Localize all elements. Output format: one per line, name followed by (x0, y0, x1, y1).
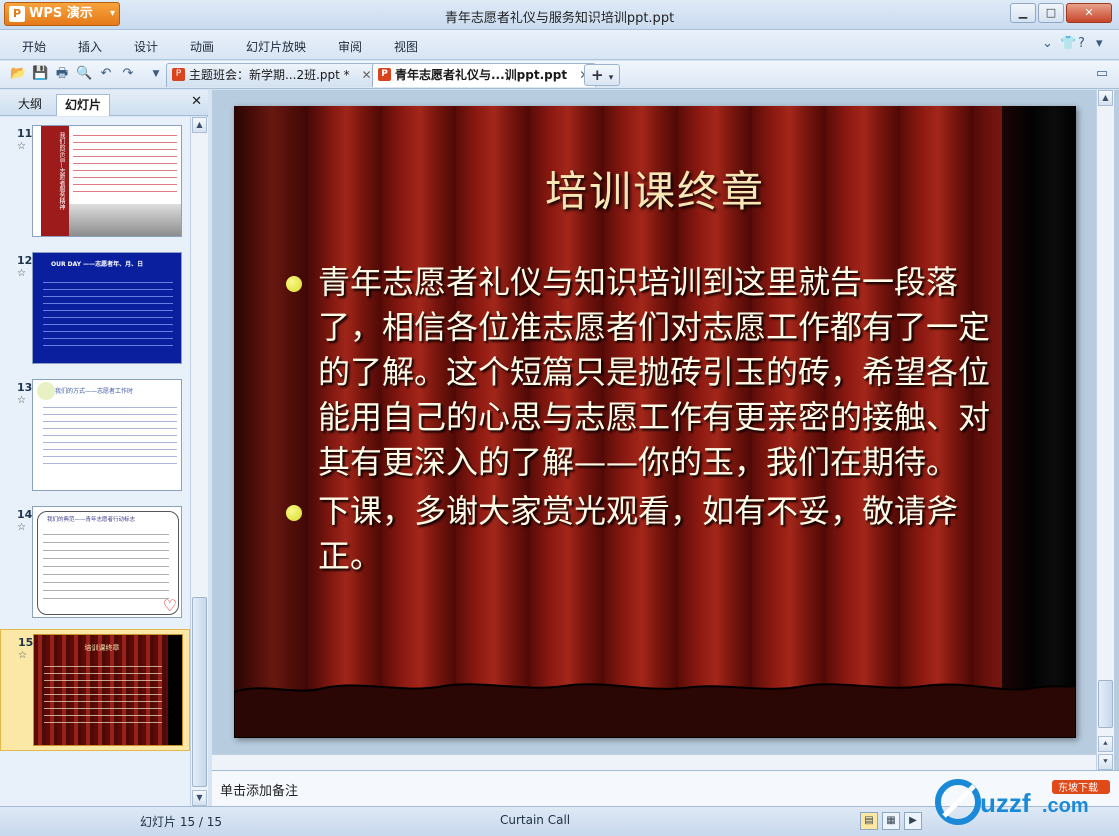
thumbnail-title: 培训课终章 (84, 644, 120, 652)
menu-design[interactable]: 设计 (134, 38, 158, 55)
close-panel-icon[interactable]: ✕ (191, 94, 202, 109)
slide-title[interactable]: 培训课终章 (234, 158, 1076, 219)
slide-number: 13 (17, 381, 33, 394)
open-icon[interactable]: 📂 (10, 66, 26, 82)
bullet-dot-icon (286, 276, 302, 292)
transition-icon: ☆ (17, 395, 26, 406)
scroll-down-icon[interactable]: ▼ (192, 790, 207, 806)
transition-icon: ☆ (17, 522, 26, 533)
menu-review[interactable]: 审阅 (338, 38, 362, 55)
title-bar: P WPS 演示 ▾ 青年志愿者礼仪与服务知识培训ppt.ppt ▁ □ ✕ (0, 0, 1119, 30)
editor-horizontal-scrollbar[interactable] (212, 754, 1096, 770)
thumbnail-title: 我们的方式——志愿者工作时 (55, 388, 134, 395)
undo-icon[interactable]: ↶ (98, 66, 114, 82)
thumbnail-row[interactable]: 12 ☆ OUR DAY ——志愿者年、月、日 (0, 248, 190, 370)
ppt-file-icon: P (172, 68, 185, 81)
skin-icon[interactable]: 👕 (1060, 36, 1076, 51)
current-slide[interactable]: 培训课终章 青年志愿者礼仪与知识培训到这里就告一段落了，相信各位准志愿者们对志愿… (234, 106, 1076, 738)
menu-view[interactable]: 视图 (394, 38, 418, 55)
bullet-item: 下课，多谢大家赏光观看，如有不妥，敬请斧正。 (286, 489, 996, 579)
slides-panel: 大纲 幻灯片 ✕ 11 ☆ 我们的宗旨—志愿者服务精神 12 ☆ OUR DAY… (0, 90, 208, 806)
tab-outline[interactable]: 大纲 (10, 94, 50, 116)
transition-icon: ☆ (17, 141, 26, 152)
editor-vertical-scrollbar[interactable]: ▲ ⯅ ⯆ (1096, 90, 1114, 770)
close-button[interactable]: ✕ (1066, 3, 1112, 23)
svg-text:.com: .com (1042, 795, 1089, 817)
slide-thumbnail[interactable]: 我们的宗旨—志愿者服务精神 (32, 125, 182, 237)
bullet-item: 青年志愿者礼仪与知识培训到这里就告一段落了，相信各位准志愿者们对志愿工作都有了一… (286, 260, 996, 485)
notes-placeholder: 单击添加备注 (220, 784, 299, 799)
menu-insert[interactable]: 插入 (78, 38, 102, 55)
thumbnail-title: 我们的典范——青年志愿者行动标志 (47, 517, 136, 523)
ppt-file-icon: P (378, 68, 391, 81)
help-icon[interactable]: ? (1078, 36, 1085, 51)
tab-list-icon[interactable]: ▭ (1094, 66, 1110, 82)
menu-animation[interactable]: 动画 (190, 38, 214, 55)
doc-tab-label: 主题班会：新学期...2班.ppt * (189, 68, 350, 82)
window-title: 青年志愿者礼仪与服务知识培训ppt.ppt (444, 11, 675, 26)
maximize-button[interactable]: □ (1038, 3, 1064, 23)
slide-number: 11 (17, 127, 33, 140)
slide-thumbnail[interactable]: 我们的方式——志愿者工作时 (32, 379, 182, 491)
svg-text:东坡下载: 东坡下载 (1058, 781, 1098, 794)
slide-thumbnail[interactable]: 我们的典范——青年志愿者行动标志 ♡ (32, 506, 182, 618)
normal-view-icon[interactable]: ▤ (860, 812, 878, 830)
thumbnail-vertical-title: 我们的宗旨—志愿者服务精神 (58, 132, 65, 210)
customize-toolbar-icon[interactable]: ▼ (148, 66, 164, 82)
help-dropdown-icon[interactable]: ▾ (1096, 36, 1103, 51)
slide-body[interactable]: 青年志愿者礼仪与知识培训到这里就告一段落了，相信各位准志愿者们对志愿工作都有了一… (286, 260, 996, 583)
scroll-up-icon[interactable]: ▲ (1098, 90, 1113, 106)
redo-icon[interactable]: ↷ (120, 66, 136, 82)
transition-icon: ☆ (17, 268, 26, 279)
sorter-view-icon[interactable]: ▦ (882, 812, 900, 830)
transition-icon: ☆ (18, 650, 27, 661)
scrollbar-thumb[interactable] (192, 597, 207, 787)
svg-text:uzzf: uzzf (980, 788, 1031, 818)
chevron-down-icon: ▾ (608, 73, 614, 83)
slide-editor: 培训课终章 青年志愿者礼仪与知识培训到这里就告一段落了，相信各位准志愿者们对志愿… (212, 90, 1119, 770)
thumbnail-row[interactable]: 13 ☆ 我们的方式——志愿者工作时 (0, 375, 190, 497)
next-slide-icon[interactable]: ⯆ (1098, 754, 1113, 770)
bullet-text: 下课，多谢大家赏光观看，如有不妥，敬请斧正。 (318, 492, 959, 575)
doc-tab-label: 青年志愿者礼仪与...训ppt.ppt (395, 68, 568, 82)
quick-access-toolbar: 📂 💾 🖶 🔍 ↶ ↷ ▼ P 主题班会：新学期...2班.ppt * ✕ P … (0, 61, 1119, 89)
thumbnail-scrollbar[interactable]: ▲ ▼ (190, 117, 208, 806)
bullet-dot-icon (286, 505, 302, 521)
thumbnail-row[interactable]: 11 ☆ 我们的宗旨—志愿者服务精神 (0, 121, 190, 243)
slide-thumbnail[interactable]: 培训课终章 (33, 634, 183, 746)
doc-tab[interactable]: P 主题班会：新学期...2班.ppt * ✕ (166, 63, 379, 87)
scrollbar-thumb[interactable] (1098, 680, 1113, 728)
menu-slideshow[interactable]: 幻灯片放映 (246, 38, 306, 55)
prev-slide-icon[interactable]: ⯅ (1098, 736, 1113, 752)
slide-number: 12 (17, 254, 33, 267)
thumbnail-row[interactable]: 14 ☆ 我们的典范——青年志愿者行动标志 ♡ (0, 502, 190, 624)
print-preview-icon[interactable]: 🔍 (76, 66, 92, 82)
close-tab-icon[interactable]: ✕ (361, 68, 371, 82)
slide-thumbnail[interactable]: OUR DAY ——志愿者年、月、日 (32, 252, 182, 364)
minimize-button[interactable]: ▁ (1010, 3, 1036, 23)
slide-number: 15 (18, 636, 34, 649)
doc-tab-active[interactable]: P 青年志愿者礼仪与...训ppt.ppt ✕ (372, 63, 597, 87)
thumbnail-row-selected[interactable]: 15 ☆ 培训课终章 (0, 629, 190, 751)
collapse-ribbon-icon[interactable]: ⌄ (1042, 36, 1053, 51)
slideshow-view-icon[interactable]: ▶ (904, 812, 922, 830)
heart-icon: ♡ (162, 596, 177, 615)
slide-counter: 幻灯片 15 / 15 (140, 815, 223, 829)
thumbnail-list: 11 ☆ 我们的宗旨—志愿者服务精神 12 ☆ OUR DAY ——志愿者年、月… (0, 117, 190, 806)
new-tab-button[interactable]: + ▾ (584, 64, 620, 86)
tab-slides[interactable]: 幻灯片 (56, 94, 111, 116)
bullet-text: 青年志愿者礼仪与知识培训到这里就告一段落了，相信各位准志愿者们对志愿工作都有了一… (318, 263, 991, 481)
theme-name: Curtain Call (500, 813, 571, 827)
uzzf-watermark-logo: uzzf .com 东坡下载 (935, 779, 1110, 825)
stage-floor (234, 683, 1076, 738)
slide-number: 14 (17, 508, 33, 521)
save-icon[interactable]: 💾 (32, 66, 48, 82)
print-icon[interactable]: 🖶 (54, 66, 70, 82)
scroll-up-icon[interactable]: ▲ (192, 117, 207, 133)
menu-home[interactable]: 开始 (22, 38, 46, 55)
panel-tabs: 大纲 幻灯片 ✕ (0, 90, 208, 116)
thumbnail-title: OUR DAY ——志愿者年、月、日 (51, 261, 144, 268)
menu-bar: 开始 插入 设计 动画 幻灯片放映 审阅 视图 ⌄ 👕 ? ▾ (0, 30, 1119, 60)
